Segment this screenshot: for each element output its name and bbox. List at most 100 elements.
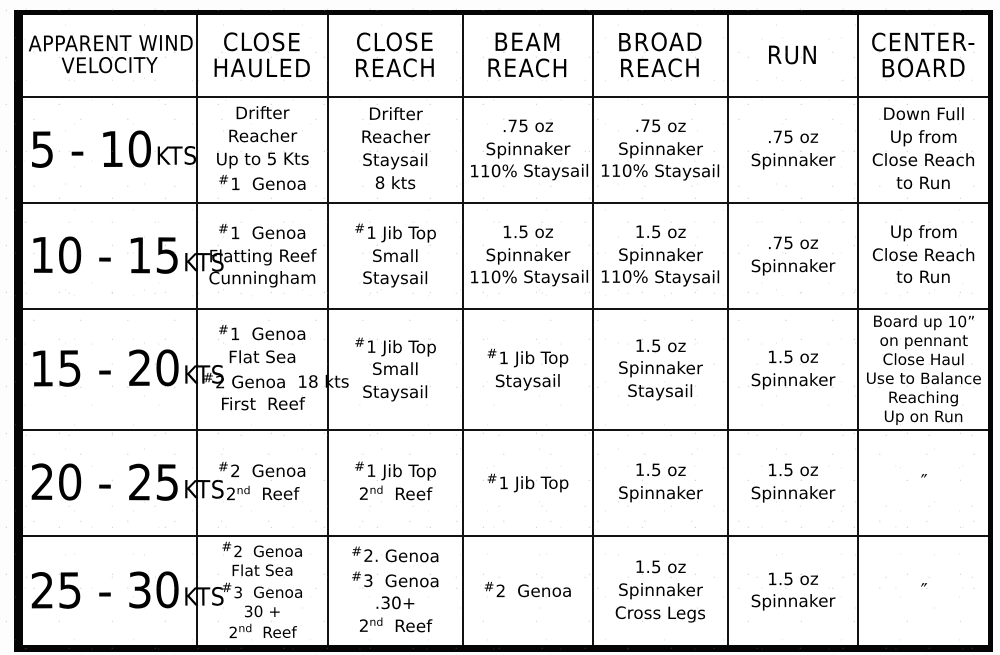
column-header-close-hauled: CLOSE HAULED [196, 12, 328, 97]
table-row: 25 - 30KTS #2 Genoa Flat Sea #3 Genoa 30 +2n… [18, 535, 991, 650]
cell-line: .75 oz [501, 116, 554, 137]
cell-line: Up on Run [883, 406, 964, 426]
header-line: HAULED [211, 53, 313, 83]
cell-line: Up from [889, 222, 958, 243]
cell-line: Staysail [626, 381, 694, 402]
cell-run: .75 oz Spinnaker [727, 202, 858, 309]
header-line: BROAD [616, 27, 704, 57]
sail-number-mark: # [220, 540, 232, 556]
cell-line: Spinnaker [484, 244, 571, 266]
sail-number-mark: # [217, 221, 229, 237]
cell-line: Staysail [361, 268, 429, 289]
cell-beam-reach: #2 Genoa [462, 535, 593, 650]
cell-line: 1.5 oz [501, 222, 554, 243]
cell-line: Cross Legs [614, 603, 706, 624]
velocity-unit: KTS [154, 140, 198, 170]
cell-line: 8 kts [374, 173, 416, 194]
cell-broad-reach: 1.5 oz Spinnaker [592, 429, 728, 537]
scanned-sheet: APPARENT WIND VELOCITY CLOSE HAULED CLOSE REA… [0, 0, 1000, 655]
cell-line: Spinnaker [617, 244, 703, 266]
cell-line: #1 Jib Top [353, 221, 437, 244]
cell-line: Staysail [494, 371, 561, 392]
cell-line: Up to 5 Kts [215, 149, 310, 170]
cell-run: 1.5 oz Spinnaker [727, 535, 858, 650]
column-header-beam-reach: BEAM REACH [462, 12, 593, 97]
cell-line: Staysail [361, 382, 429, 403]
cell-beam-reach: .75 oz Spinnaker 110% Staysail [462, 96, 593, 203]
cell-line: Reacher [360, 127, 430, 148]
cell-broad-reach: .75 oz Spinnaker 110% Staysail [592, 96, 728, 203]
cell-line: Reaching [887, 387, 959, 407]
cell-broad-reach: 1.5 oz Spinnaker Staysail [592, 308, 728, 431]
cell-line: 1.5 oz [766, 569, 819, 590]
cell-line: 1.5 oz [634, 557, 686, 579]
cell-beam-reach: #1 Jib Top Staysail [462, 308, 593, 431]
cell-line: .75 oz [766, 233, 819, 254]
sail-number-mark: # [353, 221, 365, 237]
cell-line: 2nd Reef [358, 483, 432, 506]
sail-number-mark: # [220, 580, 232, 596]
cell-line: Spinnaker [750, 592, 836, 613]
column-header-broad-reach: BROAD REACH [592, 12, 728, 97]
cell-run: .75 oz Spinnaker [727, 96, 858, 203]
cell-close-hauled: #2 Genoa 2nd Reef [196, 429, 328, 537]
cell-line: 2nd Reef [358, 615, 432, 638]
cell-line: Board up 10” [871, 312, 975, 331]
cell-line: #2 Genoa [220, 540, 303, 562]
cell-centerboard: Up from Close Reach to Run [857, 202, 991, 309]
cell-line: #1 Genoa [217, 172, 307, 195]
sail-number-mark: # [483, 579, 495, 596]
cell-line: Close Reach [871, 150, 976, 171]
cell-line: #1 Genoa [217, 322, 307, 345]
sail-number-mark: # [217, 322, 229, 338]
cell-line: Up from [889, 127, 958, 148]
cell-line: Spinnaker [617, 358, 703, 379]
cell-line: Spinnaker [617, 580, 703, 601]
cell-line: Use to Balance [865, 369, 982, 388]
cell-close-hauled: Drifter Reacher Up to 5 Kts #1 Genoa [196, 96, 328, 203]
cell-line: 2nd Reef [227, 621, 297, 642]
cell-beam-reach: #1 Jib Top [462, 429, 593, 537]
cell-line: Down Full [882, 104, 965, 126]
cell-line: Flat Sea [230, 561, 294, 580]
cell-line: 110% Staysail [468, 161, 590, 183]
table-row: 5 - 10KTS Drifter Reacher Up to 5 Kts #1 Gen… [18, 96, 991, 203]
cell-broad-reach: 1.5 oz Spinnaker 110% Staysail [592, 202, 728, 309]
ditto-mark: ″ [920, 579, 927, 602]
sail-number-mark: # [217, 172, 229, 188]
cell-line: 1.5 oz [634, 461, 686, 482]
ditto-mark: ″ [920, 471, 927, 494]
table-row: 20 - 25KTS #2 Genoa 2nd Reef #1 Jib Top 2nd … [18, 429, 991, 537]
column-header-apparent-wind-velocity: APPARENT WIND VELOCITY [18, 12, 197, 97]
cell-run: 1.5 oz Spinnaker [727, 308, 858, 431]
cell-line: #3 Genoa [220, 580, 304, 602]
column-header-close-reach: CLOSE REACH [327, 12, 463, 97]
cell-line: 110% Staysail [468, 267, 590, 289]
cell-line: Reacher [227, 126, 297, 147]
cell-line: #2 Genoa 18 kts [202, 370, 350, 393]
table-body: 5 - 10KTS Drifter Reacher Up to 5 Kts #1 Gen… [18, 96, 991, 650]
cell-line: Spinnaker [617, 138, 703, 160]
sail-number-mark: # [350, 569, 362, 585]
wind-velocity-range: 25 - 30KTS [18, 535, 225, 650]
cell-line: Drifter [367, 104, 423, 126]
cell-line: 1.5 oz [766, 461, 819, 482]
cell-centerboard: Down Full Up from Close Reach to Run [857, 96, 991, 203]
cell-line: Flatting Reef [208, 245, 316, 267]
sail-number-mark: # [486, 471, 498, 487]
cell-centerboard: Board up 10” on pennant Close Haul Use to B… [857, 308, 991, 431]
cell-centerboard: ″ [857, 535, 991, 650]
cell-line: #1 Jib Top [353, 334, 437, 358]
cell-line: 110% Staysail [599, 161, 721, 183]
cell-close-reach: #1 Jib Top 2nd Reef [327, 429, 463, 537]
header-line: BOARD [879, 53, 967, 83]
wind-velocity-range: 10 - 15KTS [18, 202, 225, 309]
sail-number-mark: # [217, 460, 229, 476]
velocity-range-value: 15 - 20 [27, 340, 181, 399]
cell-line: on pennant [878, 331, 968, 350]
cell-line: Spinnaker [750, 150, 836, 171]
cell-line: .30+ [374, 594, 416, 615]
column-header-run: RUN [727, 12, 858, 97]
cell-line: #2 Genoa [483, 579, 572, 602]
ordinal-suffix: nd [368, 483, 384, 497]
